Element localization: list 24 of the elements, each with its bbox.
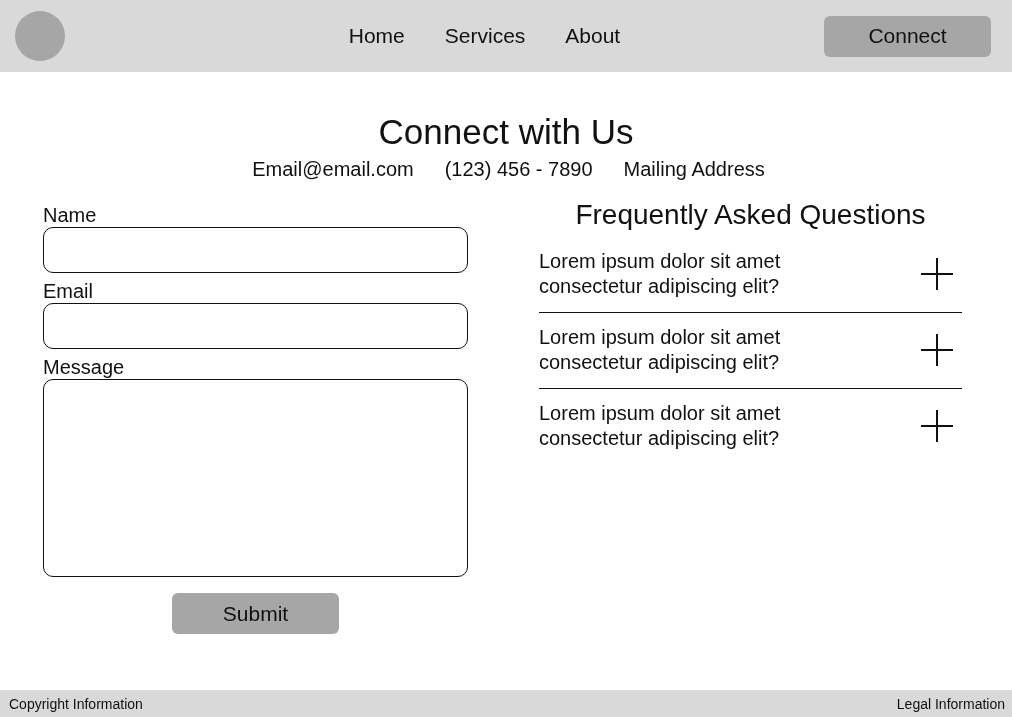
text-field[interactable] (43, 303, 468, 349)
contact-detail: (123) 456 - 7890 (444, 158, 593, 181)
text-field[interactable] (43, 227, 468, 273)
submit-button[interactable]: Submit (172, 593, 339, 634)
nav-link[interactable]: Home (348, 24, 405, 48)
nav-link[interactable]: Services (444, 24, 526, 48)
legal-link[interactable]: Legal Information (896, 695, 1005, 712)
connect-button[interactable]: Connect (824, 15, 991, 57)
field-label: Email (43, 279, 94, 303)
plus-icon[interactable] (920, 409, 954, 443)
faq-title: Frequently Asked Questions (574, 198, 927, 232)
faq-question[interactable]: Lorem ipsum dolor sit amet consectetur adipiscing elit? (539, 401, 829, 451)
contact-detail: Email@email.com (252, 158, 414, 181)
copyright-text: Copyright Information (9, 695, 143, 712)
contact-detail: Mailing Address (623, 158, 765, 181)
plus-icon[interactable] (920, 333, 954, 367)
faq-question[interactable]: Lorem ipsum dolor sit amet consectetur adipiscing elit? (539, 249, 829, 299)
message-field[interactable] (43, 379, 468, 577)
page-title: Connect with Us (378, 112, 634, 152)
nav-link[interactable]: About (565, 24, 621, 48)
faq-question[interactable]: Lorem ipsum dolor sit amet consectetur adipiscing elit? (539, 325, 829, 375)
plus-icon[interactable] (920, 257, 954, 291)
field-label: Message (43, 355, 126, 379)
field-label: Name (43, 203, 98, 227)
